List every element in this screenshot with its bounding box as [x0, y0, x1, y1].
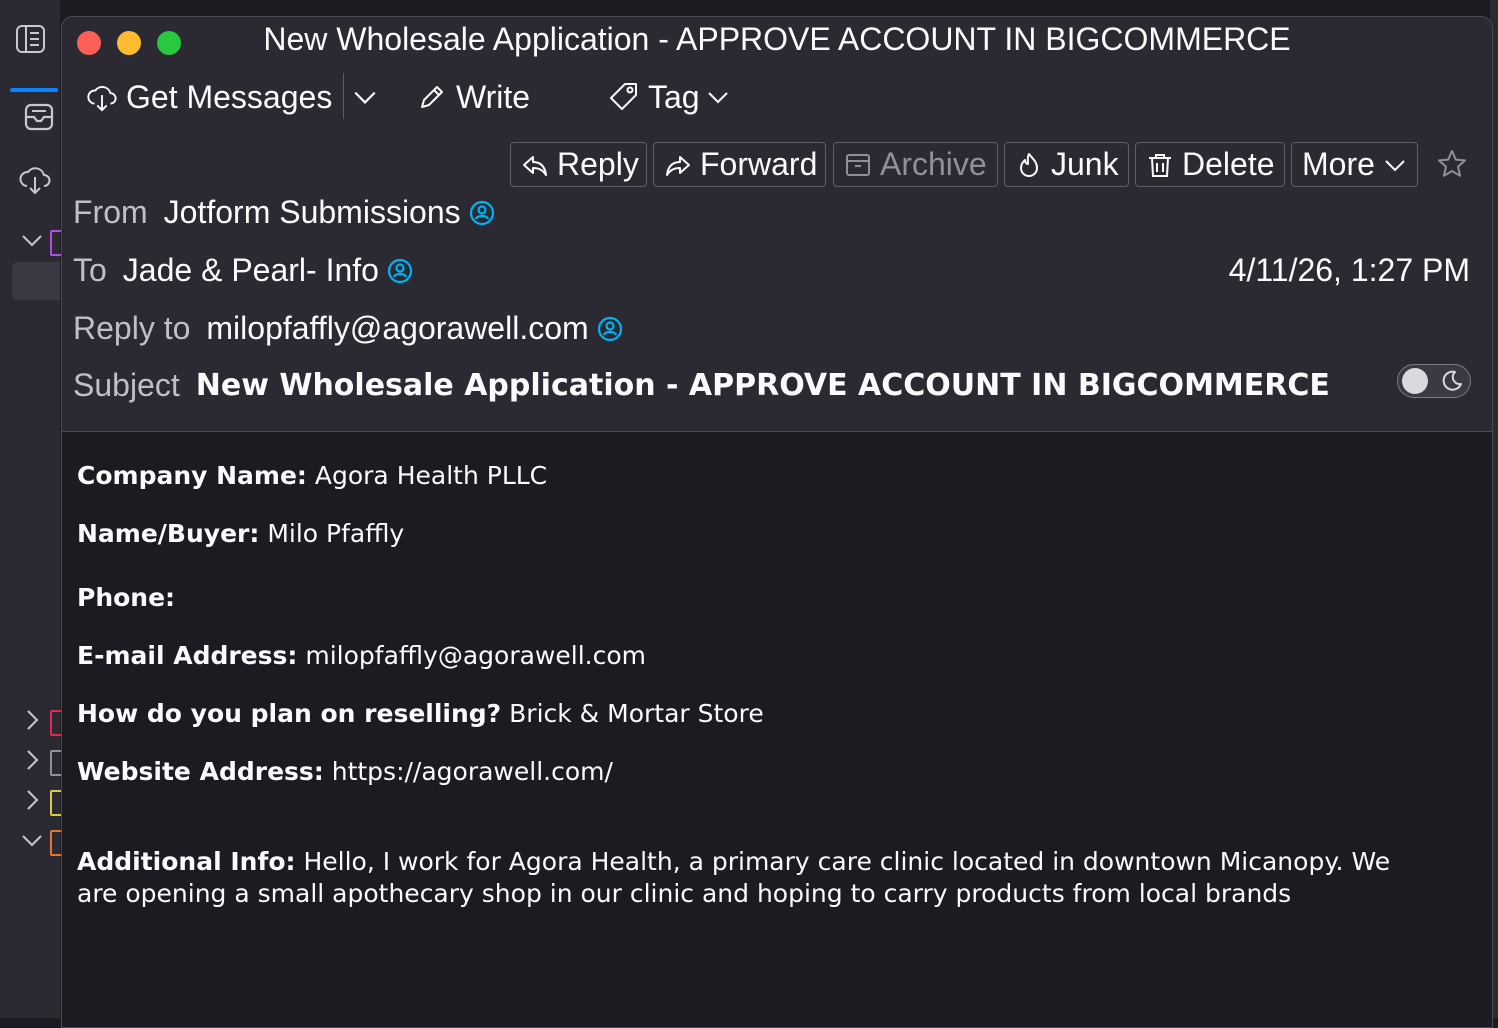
- mail-icon: [24, 103, 54, 131]
- toolbar-separator: [343, 73, 344, 119]
- junk-button[interactable]: Junk: [1004, 142, 1129, 187]
- to-address[interactable]: Jade & Pearl- Info: [123, 252, 379, 289]
- field-label: Name/Buyer:: [77, 519, 260, 548]
- archive-button[interactable]: Archive: [833, 142, 998, 187]
- field-label: How do you plan on reselling?: [77, 699, 502, 728]
- chevron-down-icon: [1383, 153, 1407, 177]
- to-row: To Jade & Pearl- Info: [73, 252, 413, 289]
- body-field-reselling: How do you plan on reselling? Brick & Mo…: [77, 698, 1412, 730]
- archive-label: Archive: [880, 146, 987, 182]
- body-field-email: E-mail Address: milopfaffly@agorawell.co…: [77, 640, 1412, 672]
- write-label: Write: [456, 78, 531, 115]
- tag-icon: [608, 81, 640, 113]
- chevron-right-icon[interactable]: [20, 748, 44, 772]
- reply-label: Reply: [557, 146, 639, 182]
- subject-row: Subject New Wholesale Application - APPR…: [73, 367, 1330, 404]
- body-field-phone: Phone:: [77, 582, 1412, 614]
- address-book-icon[interactable]: [387, 258, 413, 284]
- spaces-sidebar: [0, 0, 64, 1018]
- reply-icon: [521, 151, 549, 179]
- chevron-down-icon[interactable]: [20, 228, 44, 252]
- cloud-download-icon: [86, 81, 118, 113]
- tag-label: Tag: [648, 78, 700, 115]
- reply-to-label: Reply to: [73, 310, 191, 346]
- selected-folder-row[interactable]: [12, 262, 60, 300]
- field-label: Additional Info:: [77, 847, 296, 876]
- field-label: Website Address:: [77, 757, 324, 786]
- subject-label: Subject: [73, 367, 180, 403]
- pencil-icon: [418, 83, 446, 111]
- delete-label: Delete: [1182, 146, 1275, 182]
- field-value: Brick & Mortar Store: [509, 699, 764, 728]
- body-field-buyer: Name/Buyer: Milo Pfaffly: [77, 518, 1412, 550]
- subject-value: New Wholesale Application - APPROVE ACCO…: [195, 368, 1330, 403]
- body-field-website: Website Address: https://agorawell.com/: [77, 756, 1412, 788]
- chevron-down-icon: [706, 85, 730, 109]
- reply-to-row: Reply to milopfaffly@agorawell.com: [73, 310, 623, 347]
- junk-label: Junk: [1051, 146, 1119, 182]
- field-label: Company Name:: [77, 461, 307, 490]
- chevron-down-icon: [352, 84, 378, 110]
- reply-to-address[interactable]: milopfaffly@agorawell.com: [206, 310, 588, 347]
- field-value[interactable]: milopfaffly@agorawell.com: [305, 641, 646, 670]
- from-address[interactable]: Jotform Submissions: [164, 194, 461, 231]
- to-label: To: [73, 252, 107, 288]
- field-value[interactable]: https://agorawell.com/: [332, 757, 613, 786]
- field-label: Phone:: [77, 583, 176, 612]
- field-value: Milo Pfaffly: [267, 519, 405, 548]
- trash-icon: [1146, 151, 1174, 179]
- from-label: From: [73, 194, 148, 230]
- chevron-down-icon[interactable]: [20, 828, 44, 852]
- window-title: New Wholesale Application - APPROVE ACCO…: [263, 21, 1291, 57]
- forward-button[interactable]: Forward: [653, 142, 826, 187]
- field-label: E-mail Address:: [77, 641, 298, 670]
- get-messages-button[interactable]: Get Messages: [86, 77, 332, 117]
- dark-mode-toggle[interactable]: [1397, 364, 1471, 398]
- forward-label: Forward: [700, 146, 818, 182]
- toggle-knob: [1402, 368, 1428, 394]
- moon-icon: [1440, 369, 1464, 393]
- chevron-right-icon[interactable]: [20, 788, 44, 812]
- cloud-download-icon[interactable]: [18, 162, 52, 196]
- body-field-additional-info: Additional Info: Hello, I work for Agora…: [77, 846, 1412, 910]
- forward-icon: [664, 151, 692, 179]
- delete-button[interactable]: Delete: [1135, 142, 1285, 187]
- body-field-company: Company Name: Agora Health PLLC: [77, 460, 1412, 492]
- message-date: 4/11/26, 1:27 PM: [1228, 252, 1470, 288]
- message-body: Company Name: Agora Health PLLC Name/Buy…: [62, 432, 1492, 1027]
- write-button[interactable]: Write: [418, 77, 530, 117]
- reply-button[interactable]: Reply: [510, 142, 647, 187]
- archive-icon: [844, 151, 872, 179]
- more-button[interactable]: More: [1291, 142, 1418, 187]
- get-messages-menu-button[interactable]: [352, 77, 384, 117]
- spaces-toolbar-icon[interactable]: [14, 22, 48, 56]
- field-value: Agora Health PLLC: [314, 461, 548, 490]
- from-row: From Jotform Submissions: [73, 194, 495, 231]
- more-label: More: [1302, 146, 1375, 182]
- chevron-right-icon[interactable]: [20, 708, 44, 732]
- tag-button[interactable]: Tag: [608, 77, 730, 117]
- get-messages-label: Get Messages: [126, 78, 333, 115]
- junk-icon: [1015, 151, 1043, 179]
- address-book-icon[interactable]: [469, 200, 495, 226]
- message-window: New Wholesale Application - APPROVE ACCO…: [61, 16, 1493, 1028]
- address-book-icon[interactable]: [597, 316, 623, 342]
- mail-space-button[interactable]: [10, 88, 58, 144]
- star-icon[interactable]: [1436, 148, 1468, 180]
